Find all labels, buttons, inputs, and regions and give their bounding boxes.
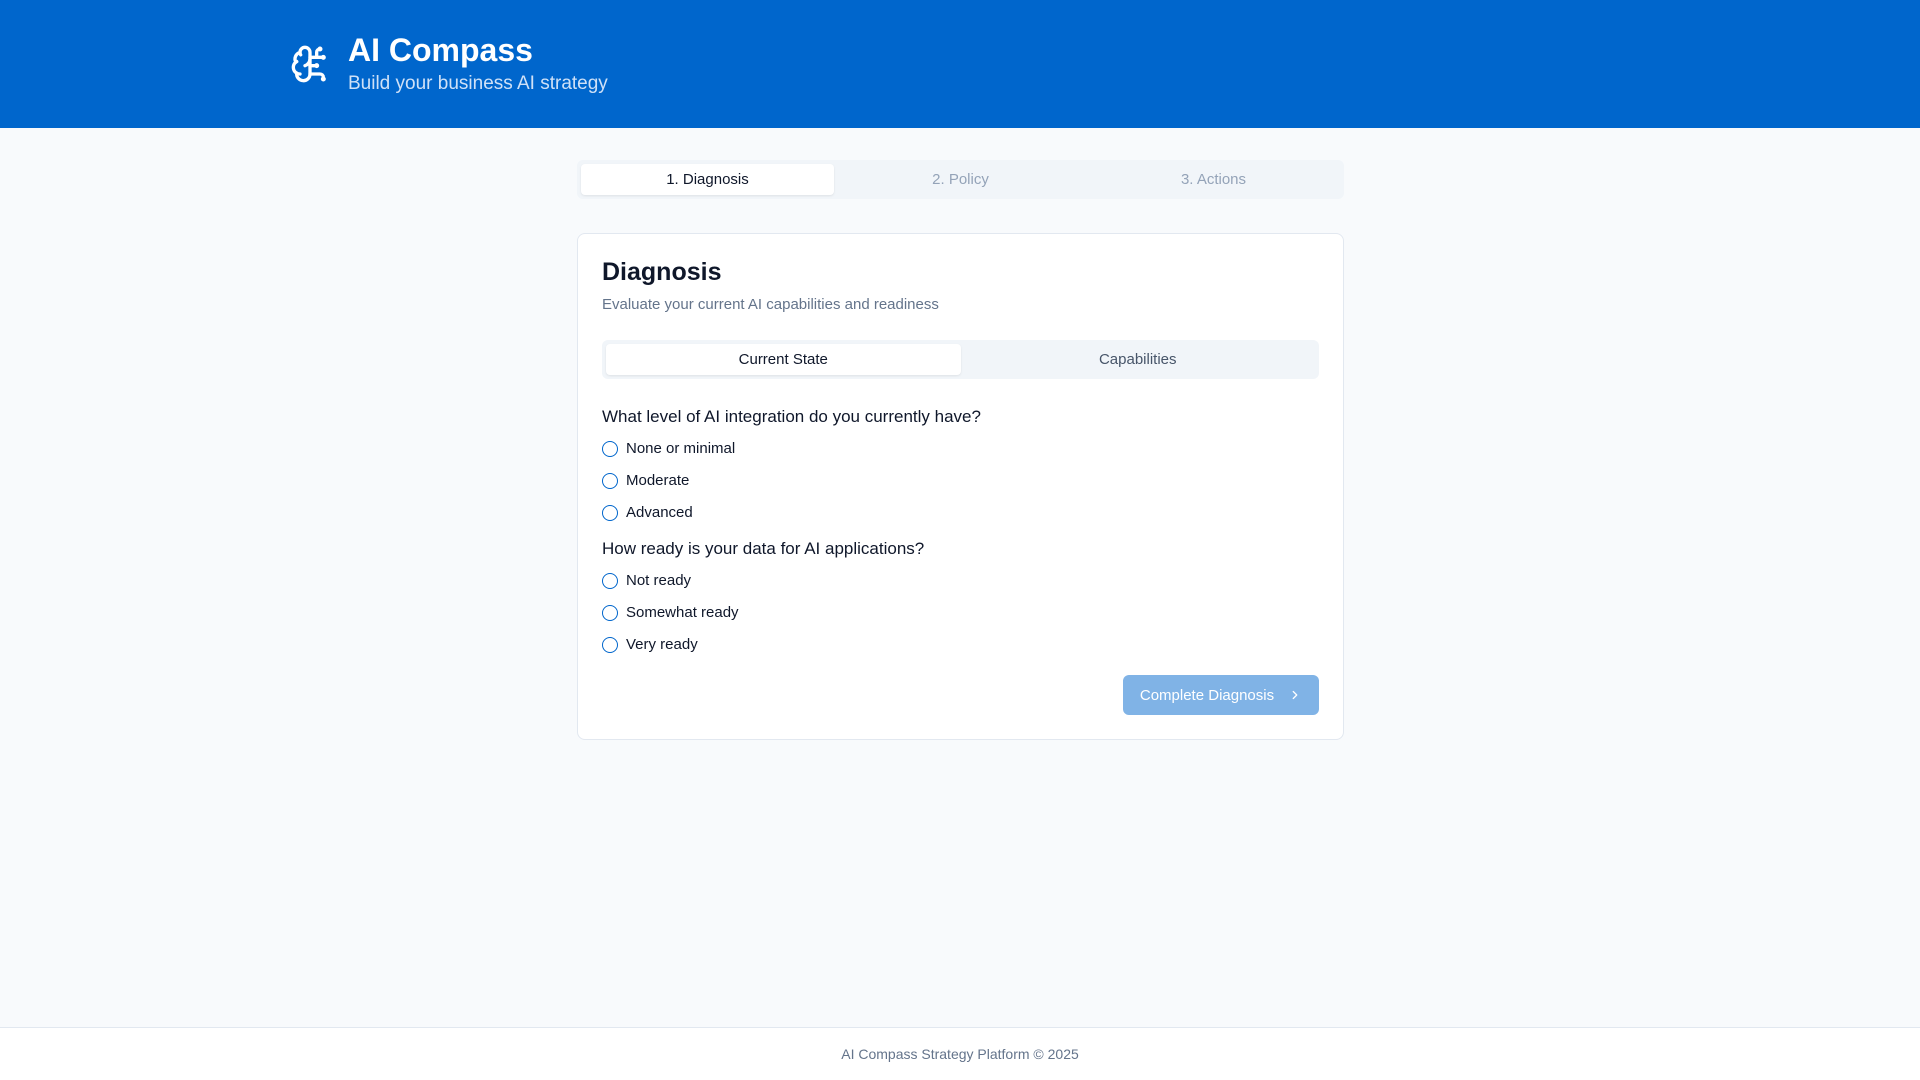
option-label: Somewhat ready — [626, 604, 739, 621]
footer-text: AI Compass Strategy Platform © 2025 — [841, 1046, 1079, 1062]
option-label: Very ready — [626, 636, 698, 653]
chevron-right-icon — [1292, 690, 1298, 700]
step-tabs: 1. Diagnosis 2. Policy 3. Actions — [577, 160, 1344, 199]
tab-capabilities[interactable]: Capabilities — [961, 344, 1316, 375]
complete-diagnosis-button[interactable]: Complete Diagnosis — [1123, 675, 1319, 715]
card-description: Evaluate your current AI capabilities an… — [602, 296, 939, 313]
diagnosis-card: Diagnosis Evaluate your current AI capab… — [577, 233, 1344, 740]
app-subtitle: Build your business AI strategy — [348, 73, 608, 94]
brain-icon — [291, 45, 326, 83]
option-somewhat-ready[interactable]: Somewhat ready — [602, 604, 739, 621]
option-label: Moderate — [626, 472, 690, 489]
radio-button[interactable] — [602, 504, 618, 521]
option-moderate[interactable]: Moderate — [602, 472, 689, 489]
radio-button[interactable] — [602, 472, 618, 489]
question-ai-integration: What level of AI integration do you curr… — [602, 407, 981, 426]
card-title: Diagnosis — [602, 258, 722, 286]
radio-button[interactable] — [602, 604, 618, 621]
tab-diagnosis[interactable]: 1. Diagnosis — [581, 164, 834, 195]
complete-diagnosis-label: Complete Diagnosis — [1139, 686, 1275, 704]
option-label: None or minimal — [626, 440, 736, 457]
app-header: AI Compass Build your business AI strate… — [0, 0, 1920, 128]
tab-current-state[interactable]: Current State — [606, 344, 961, 375]
radio-button[interactable] — [602, 440, 618, 457]
brand: AI Compass Build your business AI strate… — [290, 31, 608, 97]
page-footer: AI Compass Strategy Platform © 2025 — [0, 1027, 1920, 1080]
option-advanced[interactable]: Advanced — [602, 504, 693, 521]
brand-text: AI Compass Build your business AI strate… — [348, 31, 608, 97]
tab-policy[interactable]: 2. Policy — [834, 164, 1087, 195]
option-not-ready[interactable]: Not ready — [602, 572, 691, 589]
option-none-or-minimal[interactable]: None or minimal — [602, 440, 735, 457]
tab-actions[interactable]: 3. Actions — [1087, 164, 1340, 195]
diagnosis-subtabs: Current State Capabilities — [602, 340, 1319, 379]
app-title: AI Compass — [348, 32, 533, 68]
radio-button[interactable] — [602, 636, 618, 653]
option-very-ready[interactable]: Very ready — [602, 636, 698, 653]
option-label: Advanced — [626, 504, 693, 521]
radio-button[interactable] — [602, 572, 618, 589]
option-label: Not ready — [626, 572, 692, 589]
question-data-readiness: How ready is your data for AI applicatio… — [602, 539, 925, 558]
